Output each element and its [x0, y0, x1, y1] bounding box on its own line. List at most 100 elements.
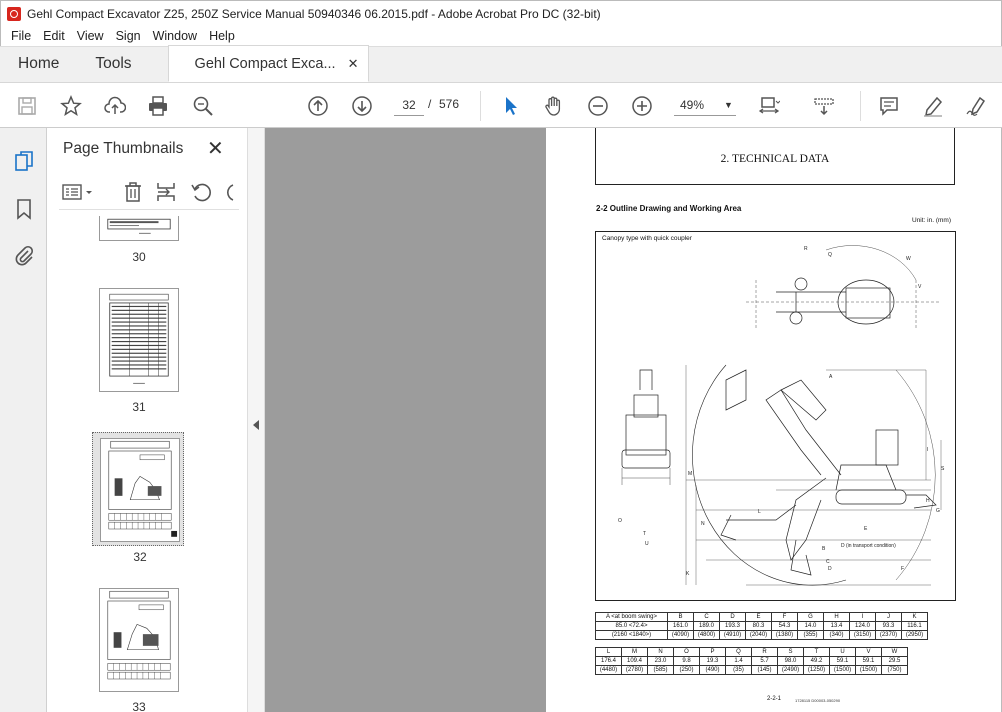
- table-cell: 54.3: [771, 621, 798, 631]
- sign-pen-icon[interactable]: [963, 93, 989, 119]
- bookmark-star-icon[interactable]: [58, 93, 84, 119]
- table-cell: S: [777, 647, 804, 657]
- table-cell: 98.0: [777, 656, 804, 666]
- table-cell: (355): [797, 630, 824, 640]
- table-cell: M: [621, 647, 648, 657]
- page-thumbnails-icon[interactable]: [13, 150, 35, 172]
- highlight-pen-icon[interactable]: [920, 93, 946, 119]
- zoom-in-icon[interactable]: [629, 93, 655, 119]
- hand-tool-icon[interactable]: [541, 93, 567, 119]
- table-cell: 116.1: [901, 621, 928, 631]
- menu-file[interactable]: File: [5, 29, 37, 43]
- search-zoom-icon[interactable]: [190, 93, 216, 119]
- menu-edit[interactable]: Edit: [37, 29, 71, 43]
- table-cell: 59.1: [829, 656, 856, 666]
- thumbnail-page-33[interactable]: [99, 588, 179, 692]
- scrolling-mode-icon[interactable]: [811, 93, 837, 119]
- collapse-panel-icon[interactable]: [253, 420, 259, 430]
- thumbnail-options-icon[interactable]: [61, 180, 92, 204]
- select-cursor-icon[interactable]: [498, 93, 524, 119]
- thumbnail-page-31[interactable]: [99, 288, 179, 392]
- table-cell: 59.1: [855, 656, 882, 666]
- svg-text:G: G: [936, 508, 940, 514]
- table-cell: (2160 <1840>): [595, 630, 668, 640]
- table-cell: (750): [881, 665, 908, 675]
- panel-close-icon[interactable]: ✕: [207, 136, 224, 161]
- table-cell: E: [745, 612, 772, 622]
- page-fit-icon[interactable]: [756, 93, 782, 119]
- svg-text:R: R: [804, 246, 808, 252]
- tab-home[interactable]: Home: [0, 46, 77, 82]
- panel-splitter[interactable]: [247, 128, 265, 712]
- svg-text:D (in transport condition): D (in transport condition): [841, 543, 896, 549]
- table-cell: (340): [823, 630, 850, 640]
- table-cell: L: [595, 647, 622, 657]
- thumbnail-label: 32: [133, 550, 147, 564]
- tab-tools[interactable]: Tools: [77, 46, 149, 82]
- thumbnail-page-32[interactable]: [100, 438, 180, 542]
- svg-text:B: B: [822, 546, 826, 552]
- insert-page-icon[interactable]: [154, 180, 178, 204]
- table-cell: 5.7: [751, 656, 778, 666]
- table-cell: N: [647, 647, 674, 657]
- table-cell: (4800): [693, 630, 720, 640]
- navigation-rail: [0, 128, 47, 712]
- delete-page-icon[interactable]: [121, 180, 145, 204]
- document-page[interactable]: 2. TECHNICAL DATA 2-2 Outline Drawing an…: [546, 128, 1002, 712]
- table-cell: I: [849, 612, 876, 622]
- zoom-level-dropdown[interactable]: 49% ▼: [674, 94, 736, 116]
- svg-text:V: V: [918, 284, 922, 290]
- page-number-input[interactable]: 32: [394, 94, 424, 116]
- svg-text:N: N: [701, 521, 705, 527]
- upload-cloud-icon[interactable]: [102, 93, 128, 119]
- save-icon[interactable]: [14, 93, 40, 119]
- acrobat-icon: [7, 6, 21, 21]
- rotate-icon[interactable]: [189, 180, 213, 204]
- thumbnail-label: 30: [132, 250, 146, 264]
- panel-toolbar: [59, 176, 239, 210]
- table-cell: 93.3: [875, 621, 902, 631]
- next-page-icon[interactable]: [349, 93, 375, 119]
- table-cell: 14.0: [797, 621, 824, 631]
- print-icon[interactable]: [145, 93, 171, 119]
- svg-text:S: S: [941, 466, 945, 472]
- table-cell: (2040): [745, 630, 772, 640]
- table-cell: 13.4: [823, 621, 850, 631]
- table-cell: (35): [725, 665, 752, 675]
- table-cell: (2490): [777, 665, 804, 675]
- menu-window[interactable]: Window: [147, 29, 203, 43]
- thumbnail-page-30[interactable]: [99, 216, 179, 241]
- comment-icon[interactable]: [876, 93, 902, 119]
- rotate-clockwise-icon[interactable]: [219, 180, 239, 204]
- table-cell: T: [803, 647, 830, 657]
- panel-title: Page Thumbnails: [63, 140, 184, 157]
- zoom-out-icon[interactable]: [585, 93, 611, 119]
- previous-page-icon[interactable]: [305, 93, 331, 119]
- table-cell: F: [771, 612, 798, 622]
- table-cell: W: [881, 647, 908, 657]
- table-cell: 161.0: [667, 621, 694, 631]
- svg-text:E: E: [864, 526, 868, 532]
- menu-view[interactable]: View: [71, 29, 110, 43]
- table-cell: (1500): [855, 665, 882, 675]
- table-cell: Q: [725, 647, 752, 657]
- table-cell: (490): [699, 665, 726, 675]
- tab-document[interactable]: Gehl Compact Exca... ✕: [167, 45, 370, 82]
- tab-document-label: Gehl Compact Exca...: [194, 55, 336, 72]
- zoom-level-value: 49%: [680, 97, 705, 112]
- window-title: Gehl Compact Excavator Z25, 250Z Service…: [27, 6, 601, 21]
- attachments-icon[interactable]: [13, 244, 35, 266]
- thumbnail-list: 30 31 32 33: [47, 216, 225, 712]
- table-cell: A <at boom swing>: [595, 612, 668, 622]
- table-cell: (1500): [829, 665, 856, 675]
- bookmarks-icon[interactable]: [13, 198, 35, 220]
- table-cell: 85.0 <72.4>: [595, 621, 668, 631]
- tab-close-icon[interactable]: ✕: [348, 56, 359, 72]
- table-cell: O: [673, 647, 700, 657]
- table-cell: 1.4: [725, 656, 752, 666]
- excavator-outline-drawing: A S M B CD E F G H I K L N O TU V Q R W D (in transp…: [618, 245, 945, 586]
- menu-sign[interactable]: Sign: [110, 29, 147, 43]
- menu-help[interactable]: Help: [203, 29, 241, 43]
- svg-text:I: I: [927, 447, 928, 453]
- table-cell: 29.5: [881, 656, 908, 666]
